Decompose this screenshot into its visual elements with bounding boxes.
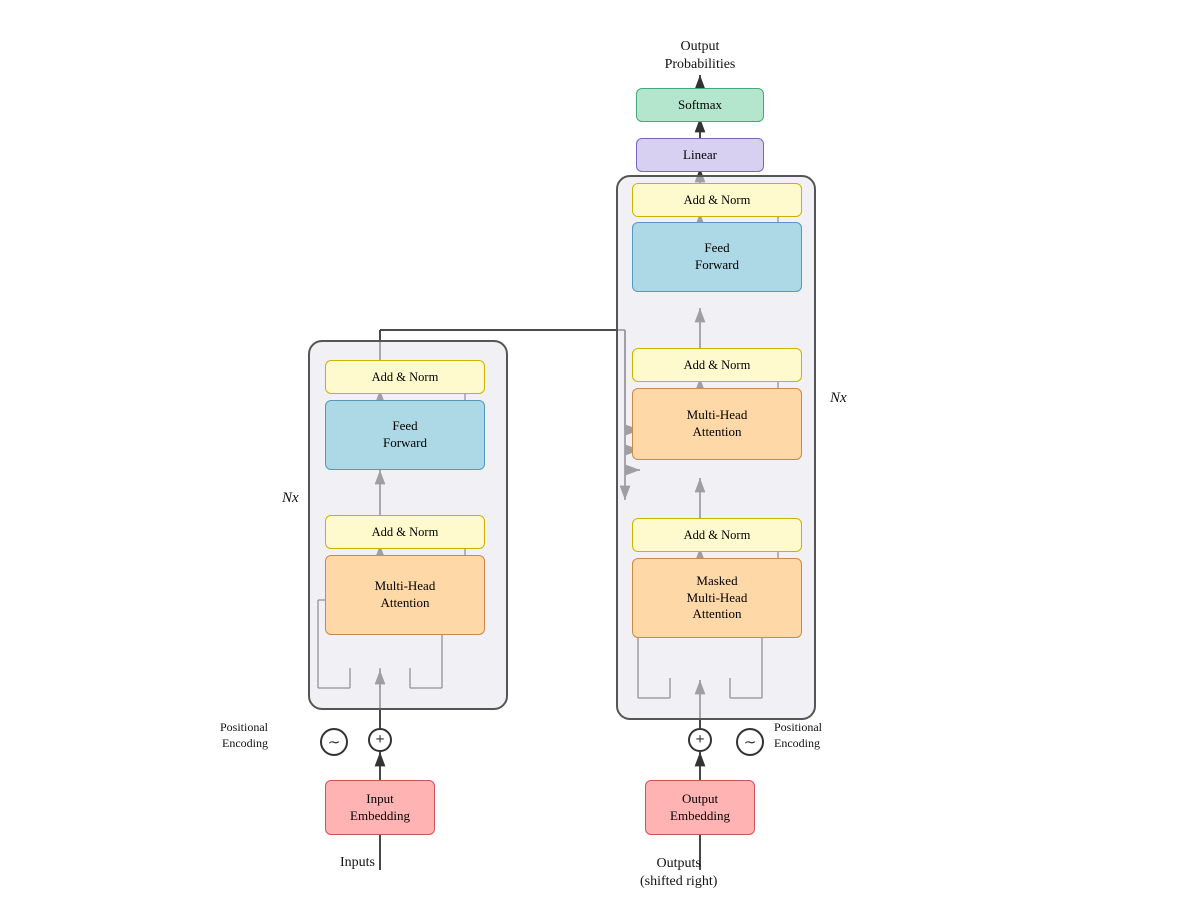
decoder-add-norm-bot: Add & Norm [632, 518, 802, 552]
encoder-multi-head-attention: Multi-Head Attention [325, 555, 485, 635]
decoder-add-norm-top: Add & Norm [632, 183, 802, 217]
encoder-wave: ∼ [320, 728, 348, 756]
softmax-box: Softmax [636, 88, 764, 122]
decoder-nx-label: Nx [830, 390, 847, 407]
linear-box: Linear [636, 138, 764, 172]
decoder-wave: ∼ [736, 728, 764, 756]
outputs-label: Outputs (shifted right) [640, 855, 717, 891]
decoder-plus-circle: + [688, 728, 712, 752]
encoder-positional-encoding-label: Positional Encoding [220, 720, 268, 751]
arrows-svg [0, 0, 1200, 900]
diagram: Nx Add & Norm Feed Forward Add & Norm Mu… [0, 0, 1200, 900]
decoder-positional-encoding-label: Positional Encoding [774, 720, 822, 751]
encoder-feed-forward: Feed Forward [325, 400, 485, 470]
encoder-input-embedding: Input Embedding [325, 780, 435, 835]
encoder-add-norm-bottom: Add & Norm [325, 515, 485, 549]
decoder-add-norm-mid: Add & Norm [632, 348, 802, 382]
inputs-label: Inputs [340, 855, 375, 871]
encoder-nx-label: Nx [282, 490, 299, 507]
output-probabilities-label: Output Probabilities [625, 38, 775, 74]
decoder-feed-forward: Feed Forward [632, 222, 802, 292]
decoder-masked-multi-head: Masked Multi-Head Attention [632, 558, 802, 638]
encoder-plus-circle: + [368, 728, 392, 752]
encoder-add-norm-top: Add & Norm [325, 360, 485, 394]
decoder-output-embedding: Output Embedding [645, 780, 755, 835]
decoder-multi-head-attention: Multi-Head Attention [632, 388, 802, 460]
